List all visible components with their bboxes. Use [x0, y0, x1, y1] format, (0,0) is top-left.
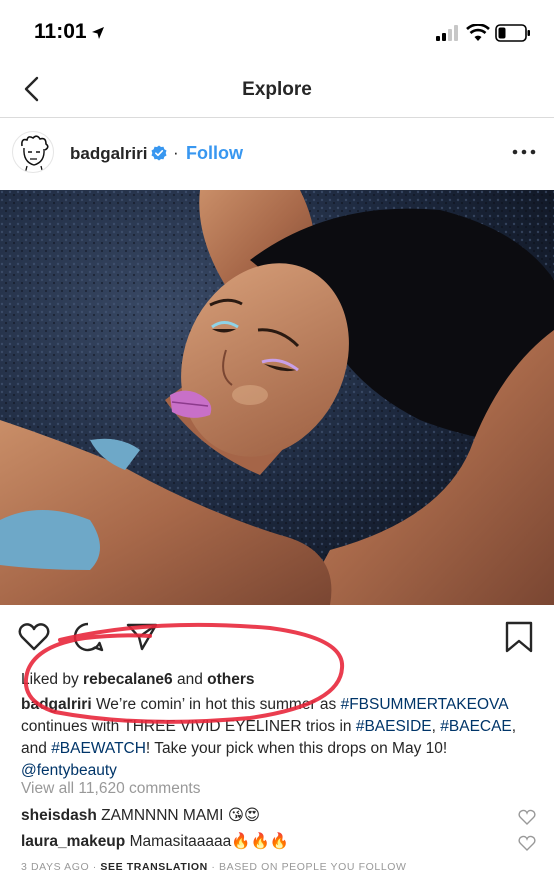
signal-icon	[436, 25, 458, 41]
hashtag-link[interactable]: #BAESIDE	[356, 718, 432, 735]
hashtag-link[interactable]: #FBSUMMERTAKEOVA	[341, 696, 508, 713]
hashtag-link[interactable]: #BAECAE	[440, 718, 512, 735]
comment-row: laura_makeup Mamasitaaaaa🔥🔥🔥	[21, 832, 541, 856]
ellipsis-icon[interactable]	[512, 147, 536, 157]
comment-username[interactable]: sheisdash	[21, 807, 97, 824]
comment-username[interactable]: laura_makeup	[21, 833, 125, 850]
based-on-label: BASED ON PEOPLE YOU FOLLOW	[219, 861, 407, 873]
dot-separator: ·	[173, 143, 179, 162]
caption-text-2: continues with THREE VIVID EYELINER trio…	[21, 718, 352, 735]
likes-conj: and	[176, 671, 203, 688]
avatar[interactable]	[12, 131, 54, 173]
view-all-comments-link[interactable]: View all 11,620 comments	[21, 780, 201, 798]
hashtag-link[interactable]: #BAEWATCH	[51, 740, 146, 757]
caption-text-3: ! Take your pick when this drops on May …	[145, 740, 448, 757]
likes-prefix: Liked by	[21, 671, 79, 688]
status-bar: 11:01	[0, 0, 554, 66]
photo-illustration	[0, 190, 554, 605]
caption-username[interactable]: badgalriri	[21, 696, 92, 713]
meta-separator: ·	[92, 861, 97, 873]
post-age: 3 DAYS AGO	[21, 861, 90, 873]
comment-text: Mamasitaaaaa🔥🔥🔥	[129, 833, 290, 850]
comment-like-heart-icon[interactable]	[518, 809, 536, 825]
mention-link[interactable]: @fentybeauty	[21, 762, 117, 779]
comment-row: sheisdash ZAMNNNN MAMI 😘😍	[21, 806, 541, 830]
avatar-drawing-icon	[21, 135, 49, 172]
comment-like-heart-icon[interactable]	[518, 835, 536, 851]
page-title: Explore	[242, 79, 312, 100]
meta-separator: ·	[211, 861, 216, 873]
verified-badge-icon	[151, 145, 167, 161]
post-header: badgalriri · Follow	[0, 119, 554, 190]
nav-bar: Explore	[0, 66, 554, 118]
post-username[interactable]: badgalriri	[70, 144, 147, 164]
battery-icon	[495, 24, 530, 42]
heart-icon[interactable]	[17, 620, 51, 654]
see-translation-link[interactable]: SEE TRANSLATION	[100, 861, 207, 873]
post-caption: badgalriri We’re comin’ in hot this summ…	[21, 694, 541, 782]
likes-user[interactable]: rebecalane6	[83, 671, 173, 688]
comment-icon[interactable]	[71, 620, 105, 654]
caption-text-1: We’re comin’ in hot this summer as	[95, 696, 337, 713]
status-time: 11:01	[34, 20, 87, 43]
bookmark-icon[interactable]	[502, 620, 536, 654]
follow-button[interactable]: Follow	[186, 143, 243, 164]
comment-text: ZAMNNNN MAMI 😘😍	[101, 807, 261, 824]
location-arrow-icon	[92, 27, 104, 39]
wifi-icon	[466, 24, 490, 41]
share-icon[interactable]	[125, 620, 159, 654]
caption-separator: ,	[431, 718, 436, 735]
post-meta: 3 DAYS AGO · SEE TRANSLATION · BASED ON …	[21, 861, 407, 873]
post-photo[interactable]	[0, 190, 554, 605]
action-bar	[0, 612, 554, 662]
likes-others[interactable]: others	[207, 671, 254, 688]
likes-line: Liked by rebecalane6 and others	[21, 671, 255, 689]
